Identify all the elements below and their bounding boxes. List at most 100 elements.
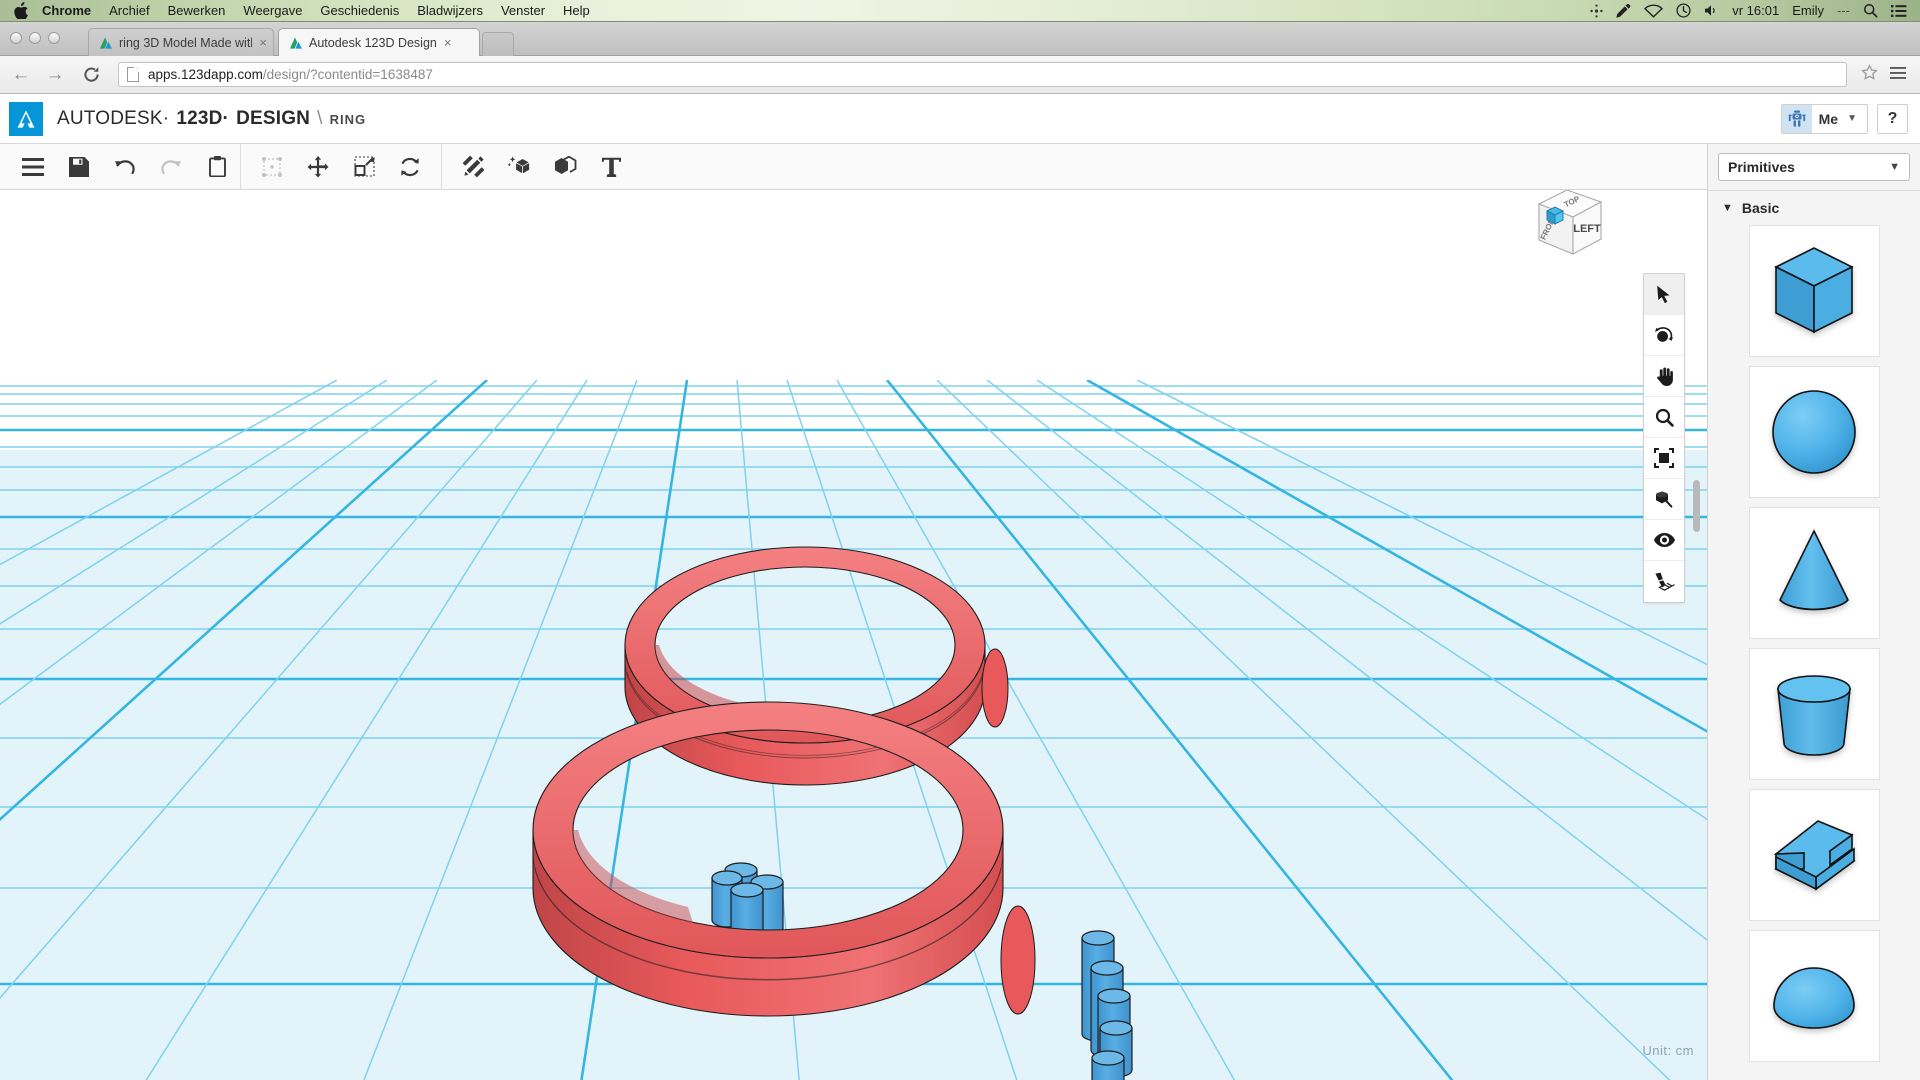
browser-tab-1-title: Autodesk 123D Design <box>309 35 437 50</box>
header-right-actions: Me ▼ ? <box>1780 103 1908 134</box>
menu-item-help[interactable]: Help <box>563 3 590 18</box>
zoom-tool[interactable] <box>1644 397 1684 438</box>
browser-tab-0-title: ring 3D Model Made with 1 <box>119 35 252 50</box>
menu-item-bewerken[interactable]: Bewerken <box>168 3 226 18</box>
window-close-button[interactable] <box>10 32 22 44</box>
move-button[interactable] <box>295 144 341 190</box>
wifi-icon[interactable] <box>1644 3 1664 18</box>
help-button[interactable]: ? <box>1877 103 1908 134</box>
menu-bar-status-area: vr 16:01 Emily --- <box>1590 3 1920 18</box>
section-header-basic[interactable]: ▼ Basic <box>1708 191 1920 225</box>
menu-item-archief[interactable]: Archief <box>109 3 149 18</box>
viewport-vertical-scrollbar[interactable] <box>1693 480 1700 532</box>
new-tab-button[interactable] <box>482 32 514 56</box>
primitives-panel: Primitives ▼ ▼ Basic <box>1707 144 1920 1080</box>
construct-button[interactable] <box>542 144 588 190</box>
time-machine-icon[interactable] <box>1676 3 1691 18</box>
save-button[interactable] <box>56 144 102 190</box>
primitive-cylinder[interactable] <box>1748 648 1880 780</box>
browser-toolbar: ← → apps.123dapp.com/design/?contentid=1… <box>0 56 1920 94</box>
menu-bar-clock[interactable]: vr 16:01 <box>1732 3 1779 18</box>
menu-bar-user[interactable]: Emily <box>1792 3 1824 18</box>
select-tool[interactable] <box>1644 274 1684 315</box>
viewport-nav-toolbar <box>1643 273 1685 603</box>
page-title: AUTODESK· 123D· DESIGN \ RING <box>57 108 366 130</box>
primitive-wedge[interactable] <box>1748 789 1880 921</box>
autodesk-a-logo[interactable] <box>9 101 43 136</box>
back-arrow-icon[interactable]: ← <box>8 62 34 88</box>
apple-icon[interactable] <box>14 2 28 20</box>
snap-tool[interactable] <box>1644 561 1684 602</box>
rotate-button[interactable] <box>387 144 433 190</box>
pen-icon[interactable] <box>1616 3 1631 18</box>
account-label: Me <box>1818 110 1839 127</box>
app-toolbar <box>0 143 1920 190</box>
robot-avatar-icon <box>1781 104 1812 133</box>
sketch-button[interactable] <box>450 144 496 190</box>
browser-tab-0[interactable]: ring 3D Model Made with 1 × <box>88 28 274 56</box>
zoom-object-tool[interactable] <box>1644 479 1684 520</box>
menu-item-weergave[interactable]: Weergave <box>243 3 302 18</box>
volume-icon[interactable] <box>1704 4 1719 17</box>
primitive-sphere[interactable] <box>1748 366 1880 498</box>
bookmark-star-icon[interactable] <box>1861 63 1878 86</box>
primitive-cone[interactable] <box>1748 507 1880 639</box>
menu-item-bladwijzers[interactable]: Bladwijzers <box>417 3 483 18</box>
autodesk-favicon <box>99 36 113 50</box>
view-cube[interactable]: LEFT FRONT TOP <box>1529 190 1611 264</box>
menu-item-geschiedenis[interactable]: Geschiedenis <box>320 3 399 18</box>
reload-icon[interactable] <box>78 62 104 88</box>
primitive-torus[interactable] <box>1748 930 1880 1062</box>
spotlight-search-icon[interactable] <box>1863 3 1878 18</box>
3d-viewport[interactable]: Unit: cm LEFT FRONT TOP <box>0 190 1707 1080</box>
menu-bar-user-extra: --- <box>1837 3 1850 18</box>
section-label: Basic <box>1741 200 1780 216</box>
toolbar-group-create <box>441 143 642 190</box>
unit-label: Unit: cm <box>1642 1043 1694 1058</box>
browser-tab-strip: ring 3D Model Made with 1 × Autodesk 123… <box>0 22 1920 56</box>
cylinder-cluster-right <box>1081 930 1133 1080</box>
browser-tab-0-close-icon[interactable]: × <box>259 36 267 49</box>
address-bar[interactable]: apps.123dapp.com/design/?contentid=16384… <box>118 62 1847 87</box>
window-controls <box>10 32 60 44</box>
menu-item-chrome[interactable]: Chrome <box>42 3 91 18</box>
paste-button[interactable] <box>194 144 240 190</box>
os-menu-bar: Chrome Archief Bewerken Weergave Geschie… <box>0 0 1920 22</box>
bluetooth-icon[interactable] <box>1590 4 1603 18</box>
text-button[interactable] <box>588 144 634 190</box>
brand-autodesk: AUTODESK· <box>57 107 170 129</box>
app-header: AUTODESK· 123D· DESIGN \ RING Me ▼ ? <box>0 94 1920 144</box>
primitive-box[interactable] <box>1748 225 1880 357</box>
notification-center-icon[interactable] <box>1891 4 1907 18</box>
primitives-button[interactable] <box>496 144 542 190</box>
category-select[interactable]: Primitives ▼ <box>1718 153 1910 181</box>
home-cube-icon <box>1545 206 1565 225</box>
browser-tab-1[interactable]: Autodesk 123D Design × <box>278 28 480 56</box>
autodesk-favicon <box>289 36 303 50</box>
primitive-list <box>1708 225 1920 1062</box>
orbit-tool[interactable] <box>1644 315 1684 356</box>
url-host: apps.123dapp.com <box>148 67 263 82</box>
chrome-menu-icon[interactable] <box>1890 65 1906 85</box>
scale-button[interactable] <box>341 144 387 190</box>
toolbar-group-transform <box>240 143 441 190</box>
visibility-tool[interactable] <box>1644 520 1684 561</box>
view-cube-face-label: LEFT <box>1573 223 1601 235</box>
fit-tool[interactable] <box>1644 438 1684 479</box>
url-path: /design/?contentid=1638487 <box>262 67 433 82</box>
forward-arrow-icon[interactable]: → <box>42 62 68 88</box>
window-zoom-button[interactable] <box>48 32 60 44</box>
window-minimize-button[interactable] <box>29 32 41 44</box>
document-name[interactable]: RING <box>330 112 367 127</box>
pan-tool[interactable] <box>1644 356 1684 397</box>
viewport-grid <box>0 380 1707 1080</box>
menu-item-venster[interactable]: Venster <box>501 3 545 18</box>
account-menu-button[interactable]: Me ▼ <box>1780 103 1868 134</box>
browser-tab-1-close-icon[interactable]: × <box>444 36 452 49</box>
chevron-down-icon: ▼ <box>1847 113 1857 124</box>
page-info-icon[interactable] <box>127 67 139 82</box>
transform-select-button <box>249 144 295 190</box>
undo-button[interactable] <box>102 144 148 190</box>
redo-button <box>148 144 194 190</box>
menu-button[interactable] <box>10 144 56 190</box>
